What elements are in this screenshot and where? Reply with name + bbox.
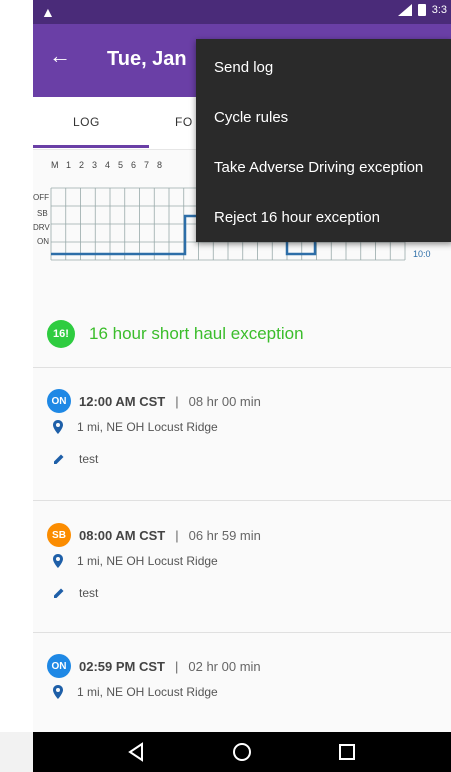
location-pin-icon [53,554,63,568]
tab-form[interactable]: FO [175,115,193,129]
hour-label: 4 [105,160,110,170]
nav-home-icon[interactable] [230,740,254,764]
location-pin-icon [53,685,63,699]
nav-back-icon[interactable] [124,740,148,764]
pencil-icon [54,588,64,598]
tab-log[interactable]: LOG [73,115,100,129]
menu-item-cycle-rules[interactable]: Cycle rules [214,109,288,126]
menu-item-send-log[interactable]: Send log [214,59,273,76]
entry-duration: 02 hr 00 min [188,658,261,674]
signal-icon [397,4,412,16]
row-label-drv: DRV [33,223,50,232]
location-text: 1 mi, NE OH Locust Ridge [77,685,218,699]
tab-indicator [33,145,149,148]
hour-label: M [51,160,59,170]
status-badge: ON [47,654,71,678]
row-label-on: ON [37,237,49,246]
location-text: 1 mi, NE OH Locust Ridge [77,554,218,568]
row-label-sb: SB [37,209,48,218]
entry-location: 1 mi, NE OH Locust Ridge [53,554,218,568]
entry-time: 12:00 AM CST [79,393,166,409]
hour-label: 8 [157,160,162,170]
graph-total-value: 10:0 [413,249,431,259]
status-bar: ▲ 3:3 [33,0,451,24]
hour-label: 7 [144,160,149,170]
exception-row: 16! 16 hour short haul exception [47,318,304,350]
location-text: 1 mi, NE OH Locust Ridge [77,420,218,434]
entry-duration: 08 hr 00 min [188,393,261,409]
hour-label: 6 [131,160,136,170]
exception-badge: 16! [47,320,75,348]
entry-separator: | [174,658,179,674]
warning-icon: ▲ [41,4,55,20]
menu-item-adverse-driving[interactable]: Take Adverse Driving exception [214,159,423,176]
entry-location: 1 mi, NE OH Locust Ridge [53,685,218,699]
page-title: Tue, Jan [107,48,187,70]
overflow-menu: Send log Cycle rules Take Adverse Drivin… [196,39,451,242]
battery-icon [417,4,426,16]
pencil-icon [54,454,64,464]
entry-header: ON 02:59 PM CST | 02 hr 00 min [47,654,261,678]
hour-label: 5 [118,160,123,170]
divider [33,500,451,501]
entry-time: 08:00 AM CST [79,527,166,543]
entry-duration: 06 hr 59 min [188,527,261,543]
note-text: test [79,452,99,466]
divider [33,632,451,633]
entry-separator: | [175,393,179,409]
exception-text: 16 hour short haul exception [89,324,304,343]
location-pin-icon [53,420,63,434]
hour-label: 3 [92,160,97,170]
entry-header: SB 08:00 AM CST | 06 hr 59 min [47,523,261,547]
phone-screen: ▲ 3:3 ← Tue, Jan LOG FO M 1 2 3 4 5 6 7 [33,0,451,772]
row-label-off: OFF [33,193,49,202]
entry-time: 02:59 PM CST [79,658,165,674]
nav-recents-icon[interactable] [335,740,359,764]
divider [33,367,451,368]
entry-header: ON 12:00 AM CST | 08 hr 00 min [47,389,261,413]
left-gutter [0,0,33,772]
system-nav-bar [33,732,451,772]
back-arrow-icon[interactable]: ← [49,44,71,68]
note-text: test [79,586,99,600]
entry-note: test [53,586,98,600]
status-time: 3:3 [431,4,447,16]
status-badge: SB [47,523,71,547]
entry-note: test [53,452,98,466]
entry-separator: | [175,527,179,543]
entry-location: 1 mi, NE OH Locust Ridge [53,420,218,434]
hour-label: 1 [66,160,71,170]
status-icons: 3:3 [397,4,447,16]
status-badge: ON [47,389,71,413]
menu-item-reject-16-hour[interactable]: Reject 16 hour exception [214,209,380,226]
hour-label: 2 [79,160,84,170]
